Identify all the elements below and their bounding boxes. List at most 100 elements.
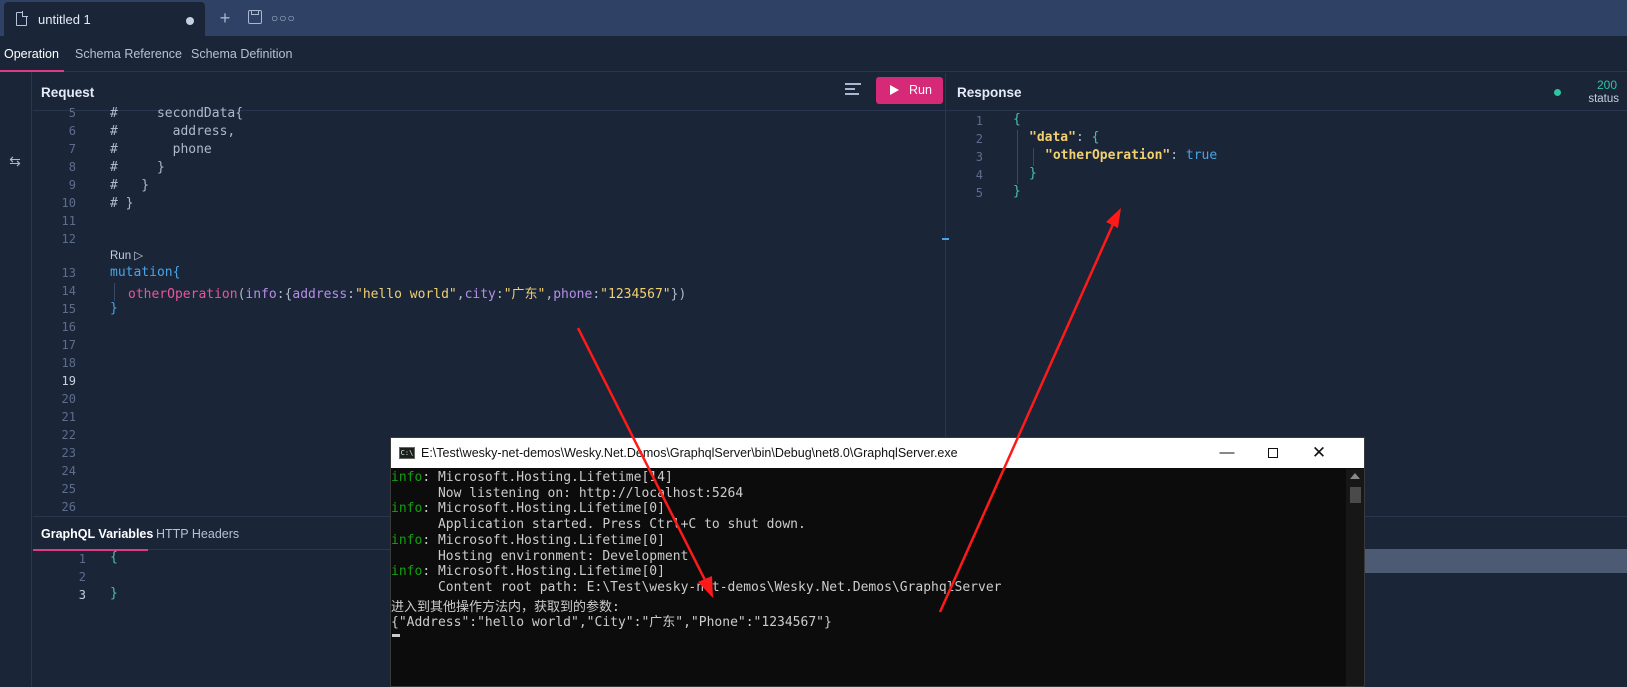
indent-guide [114, 283, 115, 301]
log-text: {"Address":"hello world","City":"广东","Ph… [391, 615, 832, 631]
var-line-number: 3 [78, 588, 86, 602]
console-line: info: Microsoft.Hosting.Lifetime[0] [391, 564, 665, 579]
scroll-up-icon[interactable] [1350, 473, 1360, 479]
response-header: Response 200 status [946, 73, 1627, 111]
code-line-15: } [110, 301, 118, 316]
divider-handle[interactable] [942, 238, 949, 240]
log-text: Content root path: E:\Test\wesky-net-dem… [391, 579, 1002, 595]
request-line-number: 9 [68, 178, 76, 192]
maximize-button[interactable] [1250, 438, 1296, 468]
minimize-button[interactable]: — [1204, 438, 1250, 468]
request-line-number: 19 [61, 374, 76, 388]
log-level: info [391, 532, 423, 548]
response-line-number: 3 [975, 150, 983, 164]
close-button[interactable]: ✕ [1296, 438, 1342, 468]
console-line: {"Address":"hello world","City":"广东","Ph… [391, 611, 832, 630]
log-level: info [391, 501, 423, 517]
console-line: Hosting environment: Development [391, 549, 688, 564]
code-line-8: # } [110, 160, 165, 175]
request-line-number: 21 [61, 410, 76, 424]
document-tab-title: untitled 1 [38, 12, 91, 27]
console-title: E:\Test\wesky-net-demos\Wesky.Net.Demos\… [421, 446, 958, 460]
code-line-14: otherOperation(info:{address:"hello worl… [128, 287, 687, 302]
tab-bar: untitled 1 + ○○○ [0, 0, 1627, 36]
status-label: status [1588, 93, 1619, 105]
scroll-thumb[interactable] [1350, 487, 1361, 503]
code-line-7: # phone [110, 142, 212, 157]
console-line: Application started. Press Ctrl+C to shu… [391, 517, 806, 532]
variables-selection-highlight [1327, 549, 1627, 573]
save-icon[interactable] [248, 10, 262, 24]
operation-subtabs: Operation Schema Reference Schema Defini… [0, 36, 1627, 72]
request-line-number: 18 [61, 356, 76, 370]
request-line-number: 10 [61, 196, 76, 210]
add-tab-icon[interactable]: + [215, 8, 235, 28]
tab-schema-reference[interactable]: Schema Reference [75, 47, 182, 61]
request-line-number: 23 [61, 446, 76, 460]
log-text: : Microsoft.Hosting.Lifetime[0] [422, 532, 665, 548]
document-tab[interactable]: untitled 1 [4, 2, 205, 36]
request-line-number: 17 [61, 338, 76, 352]
request-title: Request [41, 85, 95, 100]
json-close-inner: } [1029, 166, 1037, 181]
console-line: info: Microsoft.Hosting.Lifetime[0] [391, 533, 665, 548]
indent-guide [1033, 148, 1034, 166]
console-window[interactable]: C:\ E:\Test\wesky-net-demos\Wesky.Net.De… [390, 437, 1365, 687]
tab-operation[interactable]: Operation [4, 47, 59, 61]
var-code-line: { [110, 550, 118, 565]
tab-http-headers[interactable]: HTTP Headers [156, 527, 239, 541]
collections-icon[interactable]: ⇆ [6, 152, 24, 170]
console-output: info: Microsoft.Hosting.Lifetime[14] Now… [391, 469, 1347, 686]
var-line-number: 1 [78, 552, 86, 566]
status-code: 200 [1596, 78, 1617, 92]
unsaved-dot-icon[interactable] [186, 17, 194, 25]
log-level: info [391, 564, 423, 580]
run-button-label: Run [909, 83, 932, 97]
request-line-number: 14 [61, 284, 76, 298]
response-line-number: 2 [975, 132, 983, 146]
tab-graphql-variables[interactable]: GraphQL Variables [41, 527, 153, 541]
request-line-number: 26 [61, 500, 76, 514]
request-line-number: 22 [61, 428, 76, 442]
response-line-number: 5 [975, 186, 983, 200]
var-code-line: } [110, 586, 118, 601]
console-titlebar[interactable]: C:\ E:\Test\wesky-net-demos\Wesky.Net.De… [391, 438, 1364, 468]
code-line-13: mutation{ [110, 265, 181, 280]
json-open-brace: { [1013, 112, 1021, 127]
json-otheroperation-line: "otherOperation": true [1045, 148, 1218, 163]
prettify-icon[interactable] [845, 83, 863, 99]
more-options-icon[interactable]: ○○○ [271, 8, 295, 28]
request-line-number: 12 [61, 232, 76, 246]
variables-tab-underline [33, 549, 148, 551]
code-line-9: # } [110, 178, 150, 193]
console-app-icon: C:\ [399, 447, 415, 459]
code-line-10: # } [110, 196, 134, 211]
tab-schema-definition[interactable]: Schema Definition [191, 47, 292, 61]
var-line-number: 2 [78, 570, 86, 584]
play-icon [890, 85, 899, 95]
code-line-6: # address, [110, 124, 236, 139]
code-line-5: # secondData{ [110, 106, 244, 121]
log-text: : Microsoft.Hosting.Lifetime[0] [422, 564, 665, 580]
console-scrollbar[interactable] [1346, 469, 1364, 686]
request-line-number: 24 [61, 464, 76, 478]
console-line: info: Microsoft.Hosting.Lifetime[14] [391, 470, 673, 485]
log-text: Application started. Press Ctrl+C to shu… [391, 517, 806, 533]
request-line-number: 8 [68, 160, 76, 174]
response-line-number: 4 [975, 168, 983, 182]
request-line-number: 15 [61, 302, 76, 316]
left-rail: ⇆ [0, 72, 32, 687]
run-codelens[interactable]: Run ▷ [110, 248, 143, 262]
request-line-number: 13 [61, 266, 76, 280]
status-indicator-icon [1554, 89, 1561, 96]
console-line: Now listening on: http://localhost:5264 [391, 486, 743, 501]
request-line-number: 5 [68, 106, 76, 120]
run-button[interactable]: Run [876, 77, 943, 104]
log-level: info [391, 470, 423, 485]
log-text: Hosting environment: Development [391, 548, 689, 564]
document-icon [16, 11, 28, 26]
log-text: Now listening on: http://localhost:5264 [391, 485, 744, 501]
maximize-icon [1268, 448, 1278, 459]
request-line-number: 11 [61, 214, 76, 228]
response-title: Response [957, 85, 1022, 100]
